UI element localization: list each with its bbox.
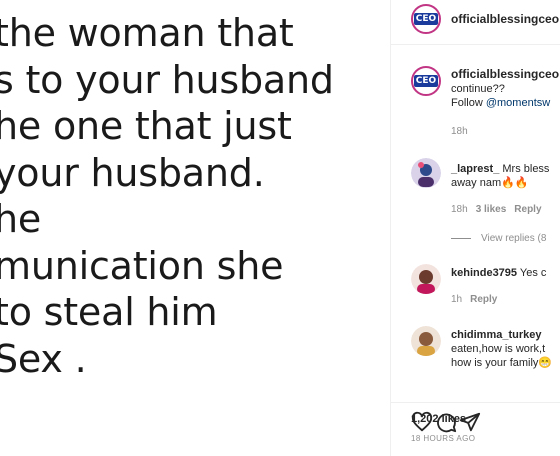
comment-text: eaten,how is work,t bbox=[451, 343, 545, 356]
post-text-line: he one that just bbox=[0, 104, 292, 148]
comment-meta: 1h Reply bbox=[451, 294, 505, 305]
avatar[interactable]: CEO bbox=[411, 4, 441, 34]
view-replies-button[interactable]: View replies (8 bbox=[451, 233, 546, 244]
caption-line: continue?? bbox=[451, 83, 505, 95]
replies-divider bbox=[451, 237, 471, 239]
header-username[interactable]: officialblessingceo bbox=[451, 12, 559, 26]
comment-line: Mrs bless bbox=[502, 163, 550, 175]
caption-username[interactable]: officialblessingceo bbox=[451, 67, 559, 81]
view-replies-label: View replies (8 bbox=[481, 233, 547, 244]
comment-text: kehinde3795 Yes c bbox=[451, 267, 546, 280]
comment-time: 18h bbox=[451, 204, 468, 215]
reply-button[interactable]: Reply bbox=[470, 294, 497, 305]
caption-time: 18h bbox=[451, 126, 468, 137]
mention-link[interactable]: @momentsw bbox=[486, 97, 550, 109]
comment-username[interactable]: kehinde3795 bbox=[451, 267, 517, 279]
post-text-line: Sex . bbox=[0, 336, 87, 381]
post-side-panel: CEO officialblessingceo CEO officialbles… bbox=[390, 0, 560, 456]
caption-follow: Follow @momentsw bbox=[451, 97, 550, 110]
comment-line: Yes c bbox=[519, 267, 547, 279]
comment-text: chidimma_turkey bbox=[451, 329, 541, 342]
comment-username[interactable]: _laprest_ bbox=[451, 163, 499, 175]
comment-text: how is your family😁 bbox=[451, 357, 552, 370]
post-image-text: the woman that s to your husband he one … bbox=[0, 10, 334, 382]
post-text-line: to steal him bbox=[0, 290, 218, 334]
post-timestamp: 18 HOURS AGO bbox=[411, 434, 476, 443]
post-text-line: your husband. bbox=[0, 150, 265, 195]
brand-badge-icon: CEO bbox=[413, 13, 439, 25]
post-header: CEO officialblessingceo bbox=[391, 0, 560, 45]
reply-button[interactable]: Reply bbox=[514, 204, 541, 215]
avatar[interactable] bbox=[411, 158, 441, 188]
comment-line: how is your family😁 bbox=[451, 357, 553, 369]
post-text-line: s to your husband bbox=[0, 57, 334, 102]
avatar[interactable]: CEO bbox=[411, 66, 441, 96]
action-bar bbox=[391, 402, 560, 456]
comment-line: away nam🔥🔥 bbox=[451, 177, 529, 189]
comment-line: eaten,how is work,t bbox=[451, 343, 546, 355]
caption-text: continue?? bbox=[451, 83, 505, 96]
avatar[interactable] bbox=[411, 264, 441, 294]
avatar[interactable] bbox=[411, 326, 441, 356]
comment-time: 1h bbox=[451, 294, 463, 305]
brand-badge-icon: CEO bbox=[413, 75, 439, 87]
comment-likes[interactable]: 3 likes bbox=[476, 204, 507, 215]
comment-meta: 18h 3 likes Reply bbox=[451, 204, 550, 215]
post-text-line: the woman that bbox=[0, 11, 294, 55]
post-text-line: he bbox=[0, 197, 42, 241]
post-image: the woman that s to your husband he one … bbox=[0, 0, 372, 456]
comment-username[interactable]: chidimma_turkey bbox=[451, 329, 541, 341]
caption-follow-prefix: Follow bbox=[451, 97, 486, 109]
post-text-line: munication she bbox=[0, 243, 284, 288]
likes-count[interactable]: 1,202 likes bbox=[411, 413, 466, 425]
comment-text: away nam🔥🔥 bbox=[451, 177, 529, 190]
comment-text: _laprest_ Mrs bless bbox=[451, 163, 549, 176]
